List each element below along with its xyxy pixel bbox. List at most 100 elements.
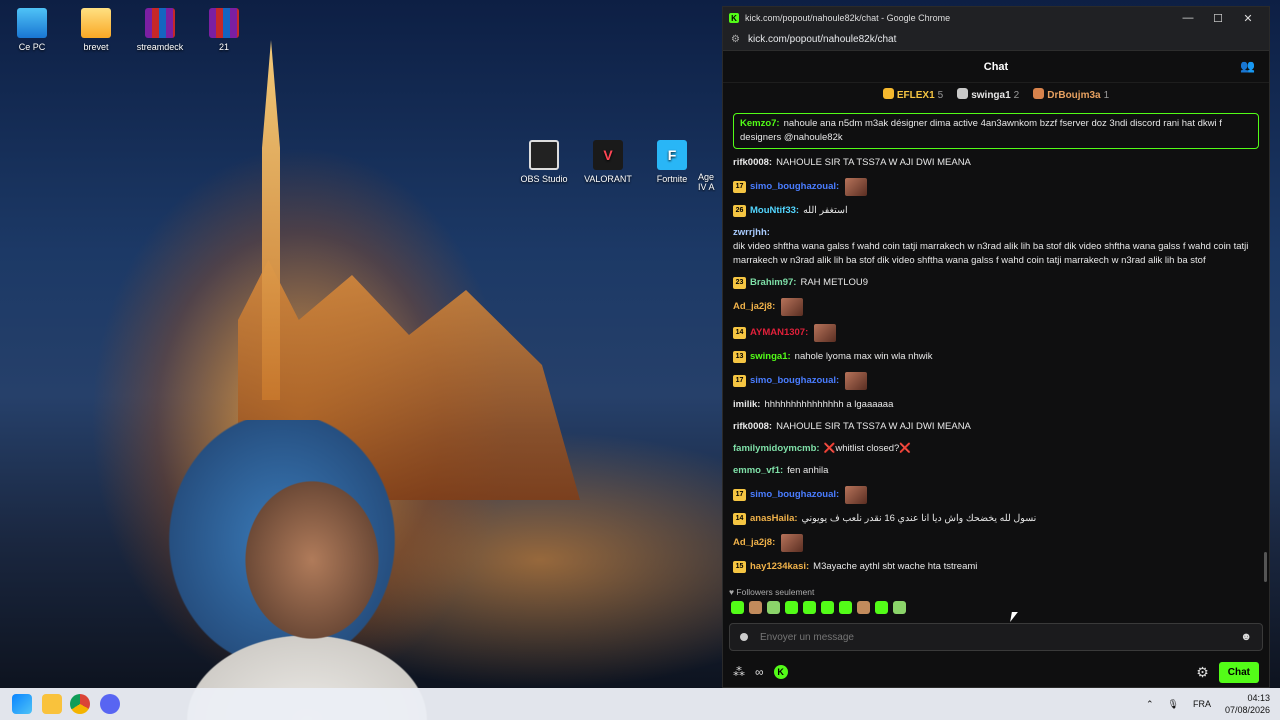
leaderboard-entry[interactable]: DrBoujm3a 1 [1033,87,1109,101]
leaderboard-entry[interactable]: EFLEX1 5 [882,87,944,101]
desktop-icon-ce-pc[interactable]: Ce PC [0,8,64,52]
desktop-icon-age[interactable]: Age IV A [698,172,722,192]
emote-image [845,486,868,504]
chat-username[interactable]: AYMAN1307: [750,326,808,340]
chat-scrollbar[interactable] [1264,552,1267,582]
chat-message[interactable]: Ad_ja2j8: [733,297,1259,317]
points-icon[interactable]: ⁂ [733,665,745,679]
chrome-icon[interactable] [70,694,90,714]
chat-username[interactable]: familymidoymcmb: [733,442,820,456]
window-titlebar[interactable]: K kick.com/popout/nahoule82k/chat - Goog… [723,7,1269,29]
chat-message[interactable]: Kemzo7: nahoule ana n5dm m3ak désigner di… [733,113,1259,149]
desktop-icon-brevet[interactable]: brevet [64,8,128,52]
chat-message[interactable]: 13 swinga1: nahole lyoma max win wla nhwik [733,349,1259,365]
chat-message-text: dik video shftha wana galss f wahd coin … [733,241,1249,266]
file-explorer-icon[interactable] [42,694,62,714]
chat-username[interactable]: simo_boughazoual: [750,488,839,502]
chat-username[interactable]: imilik: [733,398,760,412]
chat-message[interactable]: 26 MouNtif33: استغفر الله [733,203,1259,219]
chat-username[interactable]: emmo_vf1: [733,464,783,478]
message-input[interactable] [760,631,1241,643]
chat-message[interactable]: Ad_ja2j8: [733,533,1259,553]
desktop-icon-streamdeck[interactable]: streamdeck [128,8,192,52]
desktop-icon-valorant[interactable]: V VALORANT [576,140,640,184]
infinity-icon[interactable]: ∞ [755,665,764,679]
chat-messages[interactable]: Kemzo7: nahoule ana n5dm m3ak désigner di… [723,113,1269,583]
chat-title: Chat [983,60,1009,73]
chat-message[interactable]: familymidoymcmb: ❌whitlist closed?❌ [733,441,1259,457]
chat-username[interactable]: rifk0008: [733,156,772,170]
chat-message[interactable]: 30mohamedatifc:nahoul mfewoute [733,581,1259,583]
desktop-icon-label: VALORANT [584,174,632,184]
chat-username[interactable]: Ad_ja2j8: [733,536,775,550]
emote-icon[interactable] [731,601,744,614]
chat-username[interactable]: simo_boughazoual: [750,180,839,194]
emote-icon[interactable] [893,601,906,614]
windows-start-icon[interactable] [12,694,32,714]
emote-icon[interactable] [785,601,798,614]
emote-image [845,178,868,196]
emote-icon[interactable] [875,601,888,614]
leaderboard-count: 5 [937,89,944,101]
close-button[interactable]: ✕ [1233,12,1263,25]
microphone-icon[interactable]: 🎙 [1168,699,1179,710]
chat-message[interactable]: 23 Brahim97: RAH METLOU9 [733,275,1259,291]
fortnite-icon: F [657,140,687,170]
valorant-icon: V [593,140,623,170]
desktop-icon-21[interactable]: 21 [192,8,256,52]
emote-icon[interactable] [821,601,834,614]
chat-username[interactable]: MouNtif33: [750,204,799,218]
language-indicator[interactable]: FRA [1193,699,1211,709]
emote-icon[interactable] [839,601,852,614]
chat-message[interactable]: rifk0008: NAHOULE SIR TA TSS7A W AJI DWI … [733,155,1259,171]
archive-icon [145,8,175,38]
kick-logo-icon[interactable]: K [773,665,788,679]
chat-username[interactable]: rifk0008: [733,420,772,434]
emote-icon[interactable] [803,601,816,614]
message-input-box[interactable]: ☻ [729,623,1263,651]
emote-icon[interactable] [749,601,762,614]
minimize-button[interactable]: — [1173,12,1203,24]
chat-message[interactable]: 17 simo_boughazoual: [733,177,1259,197]
clock[interactable]: 04:13 07/08/2026 [1225,692,1270,716]
users-icon[interactable]: 👥 [1240,59,1255,73]
chat-username[interactable]: anasHaila: [750,512,798,526]
chat-header: Chat 👥 [723,51,1269,83]
chat-message-text: nahoul mfewoute [822,582,1259,583]
chat-message[interactable]: 15 hay1234kasi: M3ayache aythl sbt wache h… [733,559,1259,575]
desktop-icon-obs-studio[interactable]: OBS Studio [512,140,576,184]
chat-message[interactable]: 17 simo_boughazoual: [733,371,1259,391]
chat-username[interactable]: Ad_ja2j8: [733,300,775,314]
chat-username[interactable]: simo_boughazoual: [750,374,839,388]
chat-username[interactable]: swinga1: [750,350,791,364]
chat-username[interactable]: Kemzo7: [740,118,780,129]
emoji-picker-icon[interactable]: ☻ [1240,631,1252,643]
desktop-icon-fortnite[interactable]: F Fortnite [640,140,704,184]
desktop-icon-label: Fortnite [656,174,688,184]
chevron-up-icon[interactable]: ⌃ [1146,699,1154,710]
chat-message[interactable]: emmo_vf1: fen anhila [733,463,1259,479]
emote-icon[interactable] [857,601,870,614]
gear-icon[interactable]: ⚙ [1196,664,1209,681]
chat-message[interactable]: rifk0008: NAHOULE SIR TA TSS7A W AJI DWI … [733,419,1259,435]
subscriber-badge: 23 [733,277,746,289]
chat-username[interactable]: hay1234kasi: [750,560,809,574]
emote-icon[interactable] [767,601,780,614]
chat-message[interactable]: imilik: hhhhhhhhhhhhhhh a lgaaaaaa [733,397,1259,413]
chat-message[interactable]: 14 anasHaila: نسول لله يخضحك واش ديا انا ع… [733,511,1259,527]
chat-username[interactable]: mohamedatifc: [750,582,818,583]
chat-message[interactable]: 14 AYMAN1307: [733,323,1259,343]
discord-icon[interactable] [100,694,120,714]
send-chat-button[interactable]: Chat [1218,661,1259,683]
obs-icon [529,140,559,170]
address-bar[interactable]: ⚙ kick.com/popout/nahoule82k/chat [723,29,1269,51]
chat-username[interactable]: zwrrjhh: [733,226,770,240]
chat-message-text: M3ayache aythl sbt wache hta tstreami [813,561,978,572]
chat-message[interactable]: zwrrjhh: dik video shftha wana galss f wa… [733,225,1259,269]
maximize-button[interactable]: ☐ [1203,12,1233,25]
site-info-icon[interactable]: ⚙ [731,34,740,45]
window-title: kick.com/popout/nahoule82k/chat - Google… [745,13,951,23]
chat-username[interactable]: Brahim97: [750,276,796,290]
leaderboard-entry[interactable]: swinga1 2 [957,87,1019,101]
chat-message[interactable]: 17 simo_boughazoual: [733,485,1259,505]
